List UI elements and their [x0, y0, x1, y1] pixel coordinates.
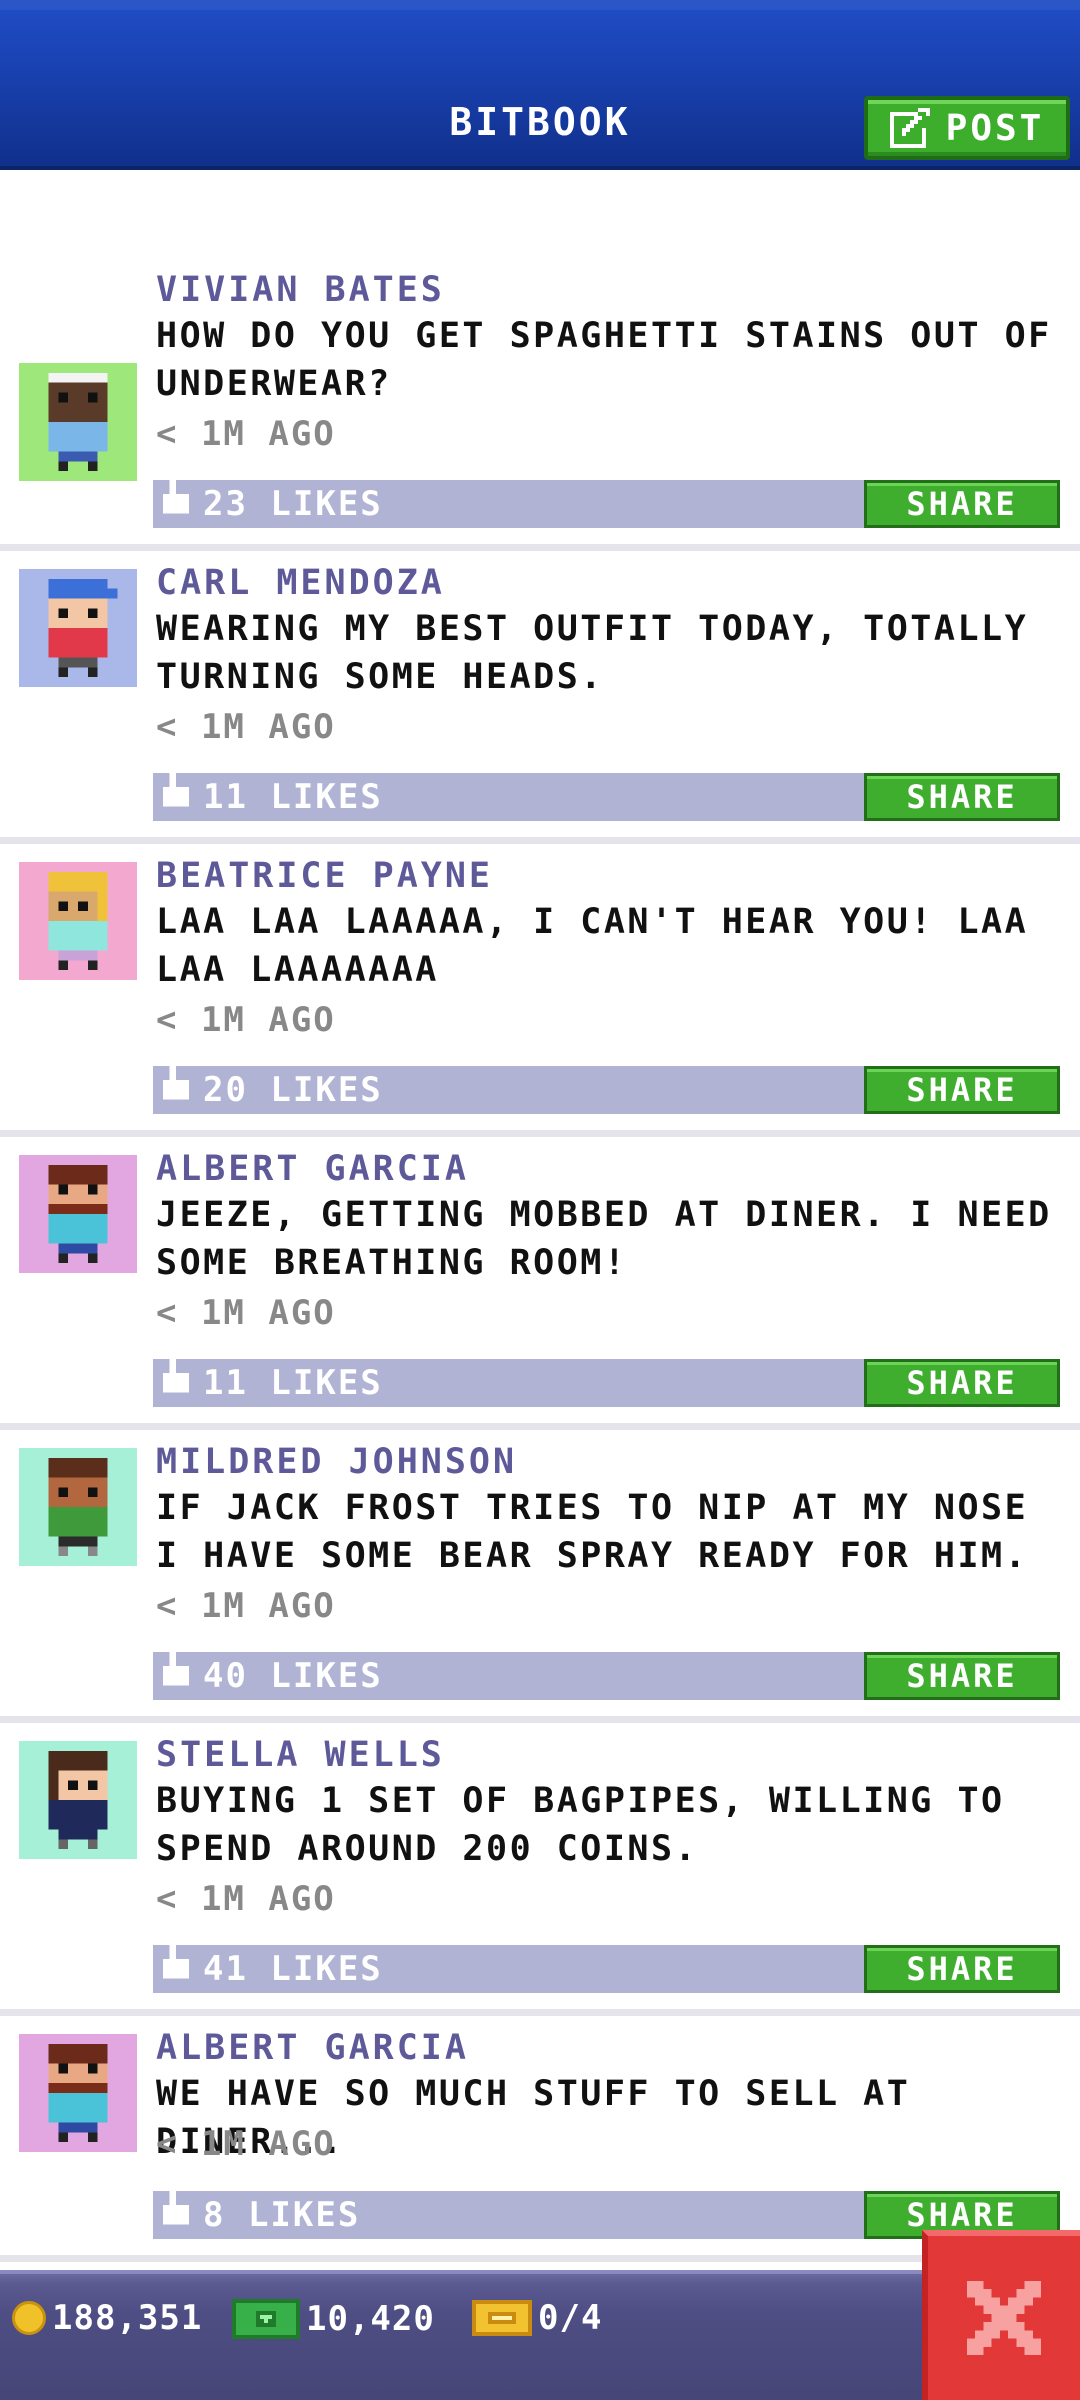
thumb-up-icon [163, 2179, 189, 2225]
bux-stat: 10,420 [232, 2298, 435, 2340]
avatar [19, 569, 137, 687]
share-button[interactable]: SHARE [864, 773, 1060, 821]
coins-stat: 188,351 [12, 2298, 202, 2338]
post-timestamp: < 1M AGO [156, 1000, 336, 1040]
thumb-up-icon [163, 1054, 189, 1100]
avatar [19, 862, 137, 980]
post-message: IF JACK FROST TRIES TO NIP AT MY NOSE I … [156, 1488, 1029, 1576]
likes-bar: 20 LIKES SHARE [153, 1054, 1060, 1114]
share-button[interactable]: SHARE [864, 480, 1060, 528]
avatar [19, 2034, 137, 2152]
post-timestamp: < 1M AGO [156, 2124, 336, 2164]
likes-count: 40 LIKES [203, 1656, 383, 1696]
post-message: BUYING 1 SET OF BAGPIPES, WILLING TO SPE… [156, 1781, 1005, 1869]
post-author[interactable]: CARL MENDOZA [156, 563, 445, 603]
app-header: BITBOOK POST [0, 0, 1080, 170]
post-author[interactable]: BEATRICE PAYNE [156, 856, 493, 896]
post-timestamp: < 1M AGO [156, 1293, 336, 1333]
post-author[interactable]: ALBERT GARCIA [156, 1149, 469, 1189]
avatar [19, 1741, 137, 1859]
avatar [19, 1448, 137, 1566]
likes-bar: 23 LIKES SHARE [153, 468, 1060, 528]
post-message: LAA LAA LAAAAA, I CAN'T HEAR YOU! LAA LA… [156, 902, 1029, 990]
post-timestamp: < 1M AGO [156, 1879, 336, 1919]
thumb-up-icon [163, 1640, 189, 1686]
share-button[interactable]: SHARE [864, 1359, 1060, 1407]
coin-icon [12, 2301, 46, 2335]
cash-icon [232, 2299, 300, 2339]
post-author[interactable]: STELLA WELLS [156, 1735, 445, 1775]
thumb-up-icon [163, 761, 189, 807]
likes-bar: 40 LIKES SHARE [153, 1640, 1060, 1700]
share-button[interactable]: SHARE [864, 1652, 1060, 1700]
post-timestamp: < 1M AGO [156, 414, 336, 454]
likes-count: 11 LIKES [203, 777, 383, 817]
thumb-up-icon [163, 1933, 189, 1979]
likes-bar: 11 LIKES SHARE [153, 1347, 1060, 1407]
bux-count: 10,420 [306, 2299, 435, 2339]
avatar [19, 1155, 137, 1273]
edit-icon [889, 108, 930, 148]
post-button[interactable]: POST [864, 96, 1070, 160]
coins-count: 188,351 [52, 2298, 203, 2338]
post-timestamp: < 1M AGO [156, 1586, 336, 1626]
share-button[interactable]: SHARE [864, 1945, 1060, 1993]
likes-count: 8 LIKES [203, 2195, 361, 2235]
likes-count: 11 LIKES [203, 1363, 383, 1403]
tickets-stat: 0/4 [472, 2298, 602, 2338]
post-message: JEEZE, GETTING MOBBED AT DINER. I NEED S… [156, 1195, 1052, 1283]
avatar [19, 363, 137, 481]
post-author[interactable]: VIVIAN BATES [156, 270, 445, 310]
thumb-up-icon [163, 468, 189, 514]
post-message: WEARING MY BEST OUTFIT TODAY, TOTALLY TU… [156, 609, 1029, 697]
post-author[interactable]: ALBERT GARCIA [156, 2028, 469, 2068]
share-button[interactable]: SHARE [864, 1066, 1060, 1114]
close-x-icon [967, 2281, 1041, 2355]
likes-bar: 41 LIKES SHARE [153, 1933, 1060, 1993]
header-accent [0, 0, 1080, 10]
likes-count: 23 LIKES [203, 484, 383, 524]
post-button-label: POST [945, 107, 1045, 149]
tickets-count: 0/4 [538, 2298, 603, 2338]
post-author[interactable]: MILDRED JOHNSON [156, 1442, 517, 1482]
status-bar: 188,351 10,420 0/4 [0, 2270, 1080, 2400]
ticket-icon [472, 2300, 532, 2336]
post-message: HOW DO YOU GET SPAGHETTI STAINS OUT OF U… [156, 316, 1052, 404]
likes-count: 41 LIKES [203, 1949, 383, 1989]
close-button[interactable] [922, 2230, 1080, 2400]
likes-count: 20 LIKES [203, 1070, 383, 1110]
likes-bar: 11 LIKES SHARE [153, 761, 1060, 821]
post-timestamp: < 1M AGO [156, 707, 336, 747]
thumb-up-icon [163, 1347, 189, 1393]
